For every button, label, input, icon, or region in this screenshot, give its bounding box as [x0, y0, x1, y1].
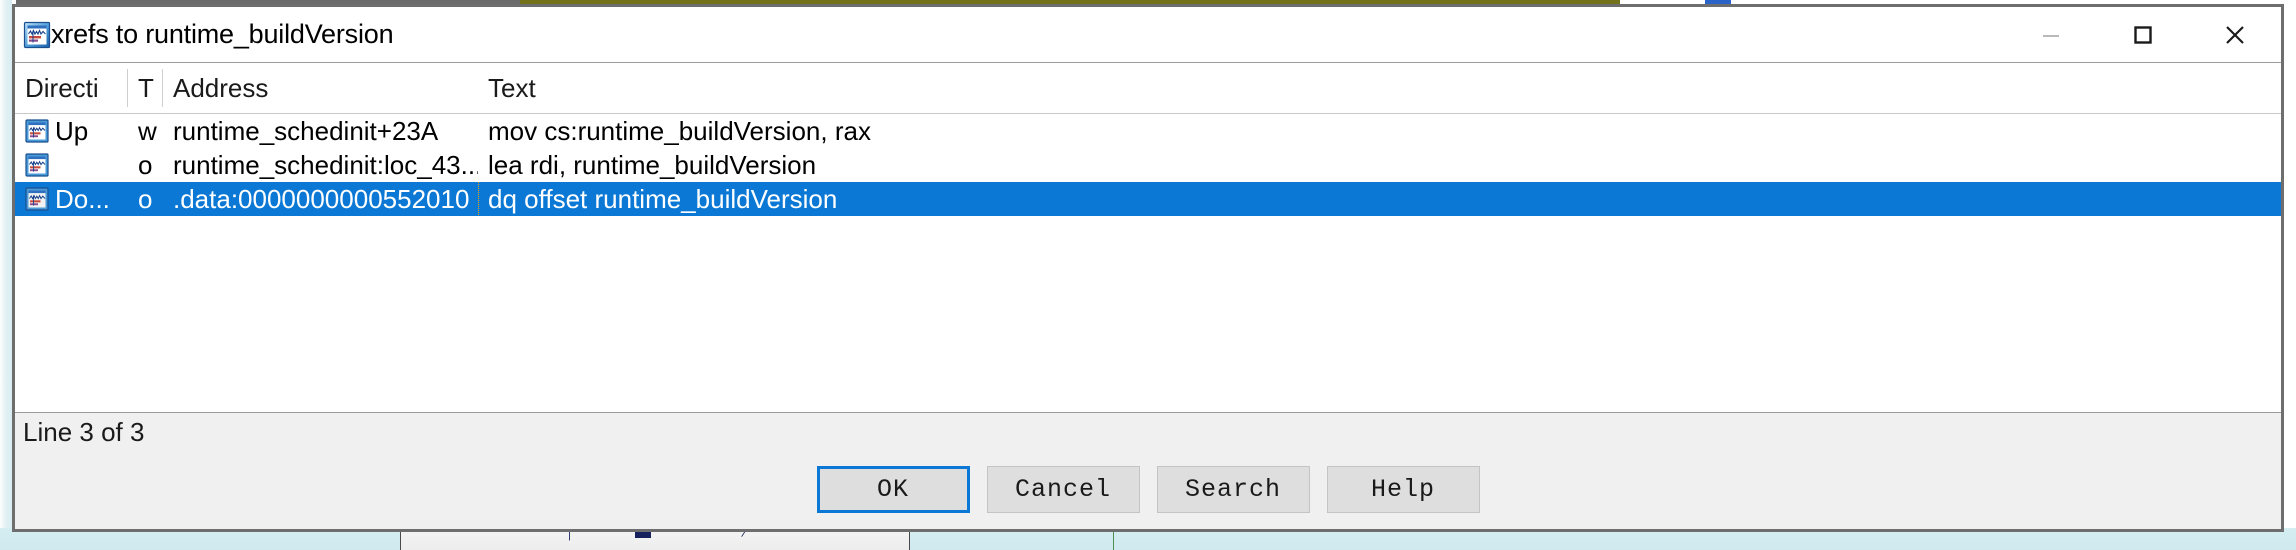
- cell-type: o: [138, 183, 153, 214]
- background-glyph-block: [635, 531, 651, 538]
- ida-xref-icon: [25, 187, 49, 211]
- ida-xref-icon: [23, 21, 51, 49]
- dialog-button-bar: OK Cancel Search Help: [15, 452, 2281, 529]
- direction-label: Do...: [55, 183, 110, 214]
- direction-label: Up: [55, 115, 89, 146]
- status-bar: Line 3 of 3: [15, 412, 2281, 452]
- cell-type: o: [138, 149, 153, 180]
- cell-text: lea rdi, runtime_buildVersion: [488, 149, 817, 180]
- xrefs-dialog-window: xrefs to runtime_buildVersion Directi T …: [12, 4, 2284, 532]
- close-button[interactable]: [2189, 7, 2281, 62]
- ok-button[interactable]: OK: [816, 466, 970, 513]
- column-header-address[interactable]: Address: [163, 63, 478, 113]
- minimize-button[interactable]: [2005, 7, 2097, 62]
- table-row[interactable]: Do... o .data:0000000000552010 dq offset…: [15, 182, 2281, 216]
- column-header-direction-label: Directi: [25, 72, 99, 103]
- maximize-button[interactable]: [2097, 7, 2189, 62]
- ida-xref-icon: [25, 153, 49, 177]
- help-button[interactable]: Help: [1326, 466, 1480, 513]
- cell-text: mov cs:runtime_buildVersion, rax: [488, 115, 871, 146]
- xrefs-table-body[interactable]: Up w runtime_schedinit+23A mov cs:runtim…: [15, 114, 2281, 412]
- window-title: xrefs to runtime_buildVersion: [51, 19, 394, 49]
- table-row[interactable]: o runtime_schedinit:loc_43... lea rdi, r…: [15, 148, 2281, 182]
- column-header-direction[interactable]: Directi: [15, 63, 128, 113]
- dialog-titlebar[interactable]: xrefs to runtime_buildVersion: [15, 7, 2281, 62]
- ida-xref-icon: [25, 119, 49, 143]
- titlebar-left-group: xrefs to runtime_buildVersion: [15, 19, 394, 50]
- background-left-strip: [0, 0, 12, 550]
- cell-direction: [15, 148, 128, 182]
- table-header-row: Directi T Address Text: [15, 62, 2281, 114]
- window-controls: [2005, 7, 2281, 62]
- cell-direction: Up: [15, 114, 128, 148]
- cell-address: runtime_schedinit+23A: [173, 115, 439, 146]
- cancel-button[interactable]: Cancel: [986, 466, 1140, 513]
- cell-address: .data:0000000000552010: [173, 183, 470, 214]
- column-header-text-label: Text: [488, 72, 536, 103]
- cell-text: dq offset runtime_buildVersion: [478, 182, 2281, 216]
- cell-direction: Do...: [15, 182, 128, 216]
- column-header-type-label: T: [138, 72, 154, 103]
- column-header-address-label: Address: [173, 72, 269, 103]
- line-counter: Line 3 of 3: [23, 417, 145, 447]
- column-header-text[interactable]: Text: [478, 63, 2281, 113]
- cell-type: w: [138, 115, 157, 146]
- table-row[interactable]: Up w runtime_schedinit+23A mov cs:runtim…: [15, 114, 2281, 148]
- cell-address: runtime_schedinit:loc_43...: [173, 149, 478, 180]
- column-header-type[interactable]: T: [128, 63, 163, 113]
- search-button[interactable]: Search: [1156, 466, 1310, 513]
